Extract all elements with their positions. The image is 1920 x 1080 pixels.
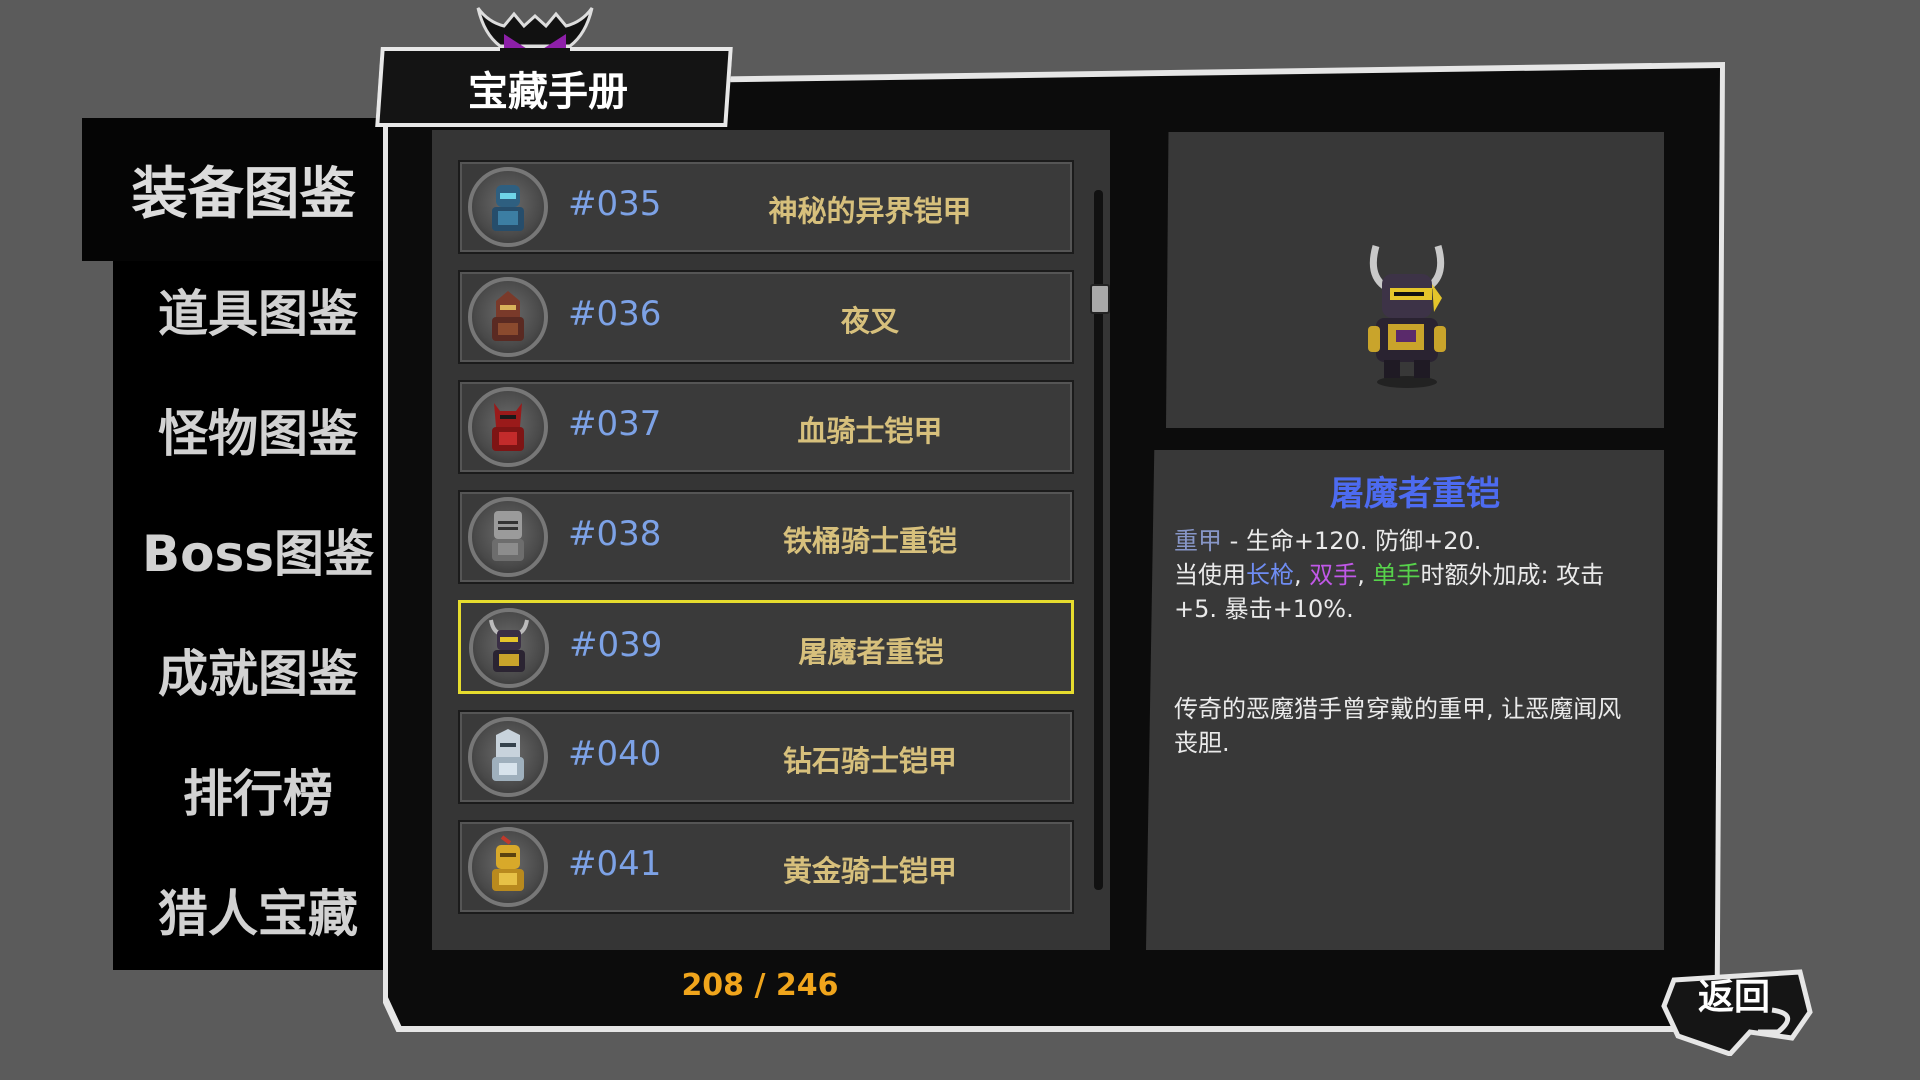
sidebar-item-boss[interactable]: Boss图鉴 xyxy=(113,490,403,610)
comma: , xyxy=(1357,561,1373,589)
weapon-twohand: 双手 xyxy=(1309,561,1358,589)
sidebar-item-hunter-treasure[interactable]: 猎人宝藏 xyxy=(113,850,403,970)
sidebar-item-items[interactable]: 道具图鉴 xyxy=(113,250,403,370)
item-number: #037 xyxy=(568,404,662,444)
list-item[interactable]: #040 钻石骑士铠甲 xyxy=(458,710,1074,804)
golden-knight-armor-icon xyxy=(468,827,548,907)
back-button-label: 返回 xyxy=(1697,977,1770,1018)
item-lore: 传奇的恶魔猎手曾穿戴的重甲, 让恶魔闻风丧胆. xyxy=(1174,695,1622,757)
item-number: #035 xyxy=(568,184,662,224)
item-name: 钻石骑士铠甲 xyxy=(782,744,957,778)
item-name: 血骑士铠甲 xyxy=(797,414,943,448)
collection-counter: 208 / 246 xyxy=(660,968,860,1008)
page-title: 宝藏手册 xyxy=(468,69,628,115)
list-scrollbar-thumb[interactable] xyxy=(1090,284,1110,314)
counter-current: 208 xyxy=(681,968,745,1003)
mystic-armor-icon xyxy=(468,167,548,247)
weapon-spear: 长枪 xyxy=(1246,561,1294,589)
sidebar-item-label: 怪物图鉴 xyxy=(158,405,358,463)
item-number: #038 xyxy=(568,514,662,554)
item-number: #039 xyxy=(569,625,663,665)
item-number: #041 xyxy=(568,844,662,884)
demon-slayer-armor-icon xyxy=(469,608,549,688)
sidebar-item-equipment[interactable]: 装备图鉴 xyxy=(82,118,397,261)
weapon-onehand: 单手 xyxy=(1372,561,1421,589)
sidebar-item-leaderboard[interactable]: 排行榜 xyxy=(113,730,403,850)
armor-type: 重甲 xyxy=(1174,527,1222,555)
sidebar-item-monsters[interactable]: 怪物图鉴 xyxy=(113,370,403,490)
bonus-prefix: 当使用 xyxy=(1174,561,1246,589)
item-number: #040 xyxy=(568,734,662,774)
sidebar-item-label: 装备图鉴 xyxy=(131,162,356,227)
item-name: 夜叉 xyxy=(840,304,899,338)
comma: , xyxy=(1294,561,1310,589)
sidebar-item-label: 成就图鉴 xyxy=(158,645,358,703)
counter-total: 246 xyxy=(775,968,839,1003)
list-item[interactable]: #036 夜叉 xyxy=(458,270,1074,364)
item-name: 神秘的异界铠甲 xyxy=(768,194,972,228)
diamond-knight-armor-icon xyxy=(468,717,548,797)
list-item-selected[interactable]: #039 屠魔者重铠 xyxy=(458,600,1074,694)
item-name: 铁桶骑士重铠 xyxy=(782,524,957,558)
bucket-knight-armor-icon xyxy=(468,497,548,577)
sidebar-item-label: 猎人宝藏 xyxy=(158,885,358,943)
list-item[interactable]: #041 黄金骑士铠甲 xyxy=(458,820,1074,914)
sidebar-item-label: 道具图鉴 xyxy=(158,285,358,343)
sidebar-item-label: 排行榜 xyxy=(183,765,333,823)
stats-line: - 生命+120. 防御+20. xyxy=(1222,527,1482,555)
blood-knight-armor-icon xyxy=(468,387,548,467)
counter-separator: / xyxy=(744,968,776,1003)
item-name: 屠魔者重铠 xyxy=(798,635,944,669)
list-item[interactable]: #037 血骑士铠甲 xyxy=(458,380,1074,474)
list-item[interactable]: #035 神秘的异界铠甲 xyxy=(458,160,1074,254)
item-detail-stats: 重甲 - 生命+120. 防御+20. 当使用长枪, 双手, 单手时额外加成: … xyxy=(1174,524,1644,626)
sidebar-item-achievements[interactable]: 成就图鉴 xyxy=(113,610,403,730)
sidebar-item-label: Boss图鉴 xyxy=(142,525,374,583)
item-number: #036 xyxy=(568,294,662,334)
demon-slayer-armor-icon xyxy=(1368,245,1446,388)
yaksha-armor-icon xyxy=(468,277,548,357)
item-detail-title: 屠魔者重铠 xyxy=(1330,474,1500,514)
item-name: 黄金骑士铠甲 xyxy=(782,854,957,888)
list-item[interactable]: #038 铁桶骑士重铠 xyxy=(458,490,1074,584)
